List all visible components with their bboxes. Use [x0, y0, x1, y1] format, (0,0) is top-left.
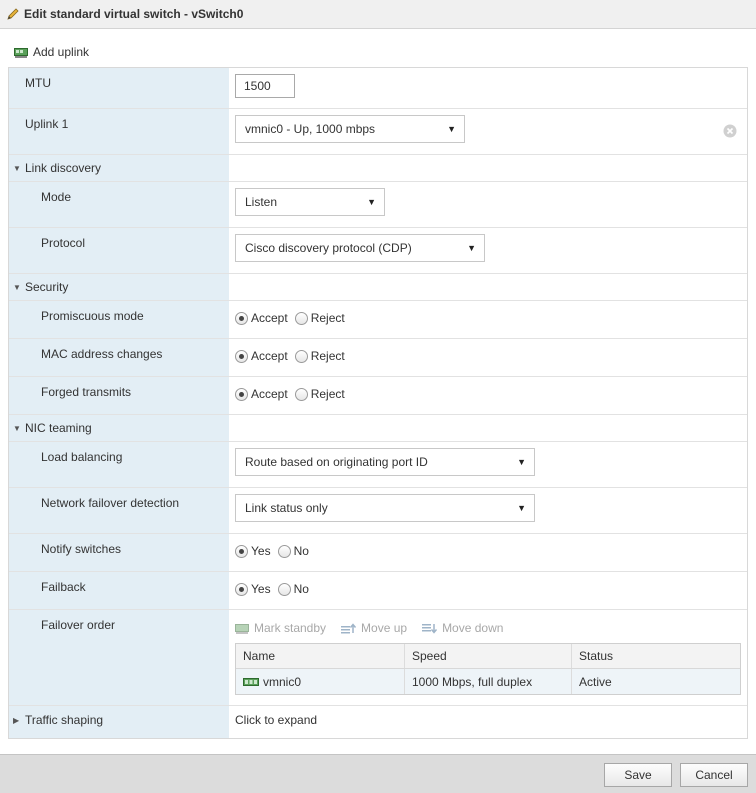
failover-detection-row: Network failover detection Link status o…: [9, 488, 747, 534]
mac-accept-radio[interactable]: [235, 349, 248, 363]
failover-order-row: Failover order Mark standby Move up Move…: [9, 610, 747, 706]
remove-uplink-icon[interactable]: [723, 124, 737, 138]
dialog-footer: Save Cancel: [0, 754, 756, 793]
traffic-shaping-label: Traffic shaping: [25, 713, 104, 727]
mark-standby-button[interactable]: Mark standby: [235, 621, 326, 635]
link-discovery-section[interactable]: ▼ Link discovery: [9, 155, 747, 182]
security-label: Security: [25, 280, 69, 294]
mtu-label: MTU: [9, 68, 229, 108]
collapse-caret-icon: ▼: [13, 283, 21, 292]
move-up-icon: [341, 622, 357, 633]
nic-standby-icon: [235, 623, 249, 634]
failback-yes-radio[interactable]: [235, 582, 248, 596]
chevron-down-icon: ▼: [517, 503, 526, 513]
promiscuous-label: Promiscuous mode: [9, 301, 229, 338]
nic-teaming-label: NIC teaming: [25, 421, 92, 435]
failover-detection-label: Network failover detection: [9, 488, 229, 533]
mac-reject-radio[interactable]: [294, 349, 308, 363]
notify-yes-radio[interactable]: [235, 544, 248, 558]
notify-switches-row: Notify switches Yes No: [9, 534, 747, 572]
switch-settings-form: MTU Uplink 1 vmnic0 - Up, 1000 mbps ▼ ▼L…: [8, 67, 748, 739]
add-uplink-button[interactable]: Add uplink: [14, 44, 89, 60]
mode-select[interactable]: Listen ▼: [235, 188, 385, 216]
failover-order-label: Failover order: [9, 610, 229, 705]
dialog-titlebar: Edit standard virtual switch - vSwitch0: [0, 0, 756, 29]
forged-label: Forged transmits: [9, 377, 229, 414]
table-row[interactable]: vmnic0 1000 Mbps, full duplex Active: [236, 669, 740, 694]
security-section[interactable]: ▼ Security: [9, 274, 747, 301]
mode-label: Mode: [9, 182, 229, 227]
promiscuous-reject-radio[interactable]: [294, 311, 308, 325]
chevron-down-icon: ▼: [447, 124, 456, 134]
collapse-caret-icon: ▼: [13, 424, 21, 433]
mtu-row: MTU: [9, 68, 747, 109]
nic-speed: 1000 Mbps, full duplex: [405, 669, 572, 694]
save-button[interactable]: Save: [604, 763, 672, 787]
nic-teaming-section[interactable]: ▼ NIC teaming: [9, 415, 747, 442]
notify-no-radio[interactable]: [277, 544, 291, 558]
nic-icon: [243, 677, 259, 686]
failback-no-radio[interactable]: [277, 582, 291, 596]
pencil-icon: [6, 7, 20, 21]
load-balancing-row: Load balancing Route based on originatin…: [9, 442, 747, 488]
promiscuous-accept-radio[interactable]: [235, 311, 248, 325]
traffic-shaping-section[interactable]: ▶ Traffic shaping Click to expand: [9, 706, 747, 738]
protocol-select[interactable]: Cisco discovery protocol (CDP) ▼: [235, 234, 485, 262]
promiscuous-row: Promiscuous mode Accept Reject: [9, 301, 747, 339]
protocol-label: Protocol: [9, 228, 229, 273]
failover-detection-select[interactable]: Link status only ▼: [235, 494, 535, 522]
uplink1-select[interactable]: vmnic0 - Up, 1000 mbps ▼: [235, 115, 465, 143]
column-header-name[interactable]: Name: [236, 644, 405, 668]
nic-status: Active: [579, 674, 612, 689]
table-header: Name Speed Status: [236, 644, 740, 669]
column-header-speed[interactable]: Speed: [405, 644, 572, 668]
chevron-down-icon: ▼: [517, 457, 526, 467]
click-to-expand-link[interactable]: Click to expand: [235, 713, 317, 727]
cancel-button[interactable]: Cancel: [680, 763, 748, 787]
mac-changes-row: MAC address changes Accept Reject: [9, 339, 747, 377]
mode-row: Mode Listen ▼: [9, 182, 747, 228]
column-header-status[interactable]: Status: [572, 644, 740, 668]
failback-row: Failback Yes No: [9, 572, 747, 610]
notify-switches-label: Notify switches: [9, 534, 229, 571]
add-uplink-label: Add uplink: [33, 45, 90, 59]
chevron-down-icon: ▼: [367, 197, 376, 207]
move-down-icon: [422, 623, 438, 634]
load-balancing-label: Load balancing: [9, 442, 229, 487]
protocol-row: Protocol Cisco discovery protocol (CDP) …: [9, 228, 747, 274]
mac-changes-label: MAC address changes: [9, 339, 229, 376]
nic-add-icon: [14, 46, 29, 59]
expand-caret-icon: ▶: [13, 716, 20, 725]
move-up-button[interactable]: Move up: [340, 621, 407, 635]
chevron-down-icon: ▼: [467, 243, 476, 253]
nic-name: vmnic0: [263, 674, 302, 689]
forged-accept-radio[interactable]: [235, 387, 248, 401]
load-balancing-select[interactable]: Route based on originating port ID ▼: [235, 448, 535, 476]
link-discovery-label: Link discovery: [25, 161, 102, 175]
forged-row: Forged transmits Accept Reject: [9, 377, 747, 415]
uplink1-row: Uplink 1 vmnic0 - Up, 1000 mbps ▼: [9, 109, 747, 155]
move-down-button[interactable]: Move down: [421, 621, 503, 635]
collapse-caret-icon: ▼: [13, 164, 21, 173]
uplink1-label: Uplink 1: [9, 109, 229, 154]
failback-label: Failback: [9, 572, 229, 609]
dialog-title: Edit standard virtual switch - vSwitch0: [24, 7, 244, 21]
forged-reject-radio[interactable]: [294, 387, 308, 401]
mtu-input[interactable]: [235, 74, 295, 98]
failover-order-table: Name Speed Status vmnic0 1000 Mbps, full…: [235, 643, 741, 695]
